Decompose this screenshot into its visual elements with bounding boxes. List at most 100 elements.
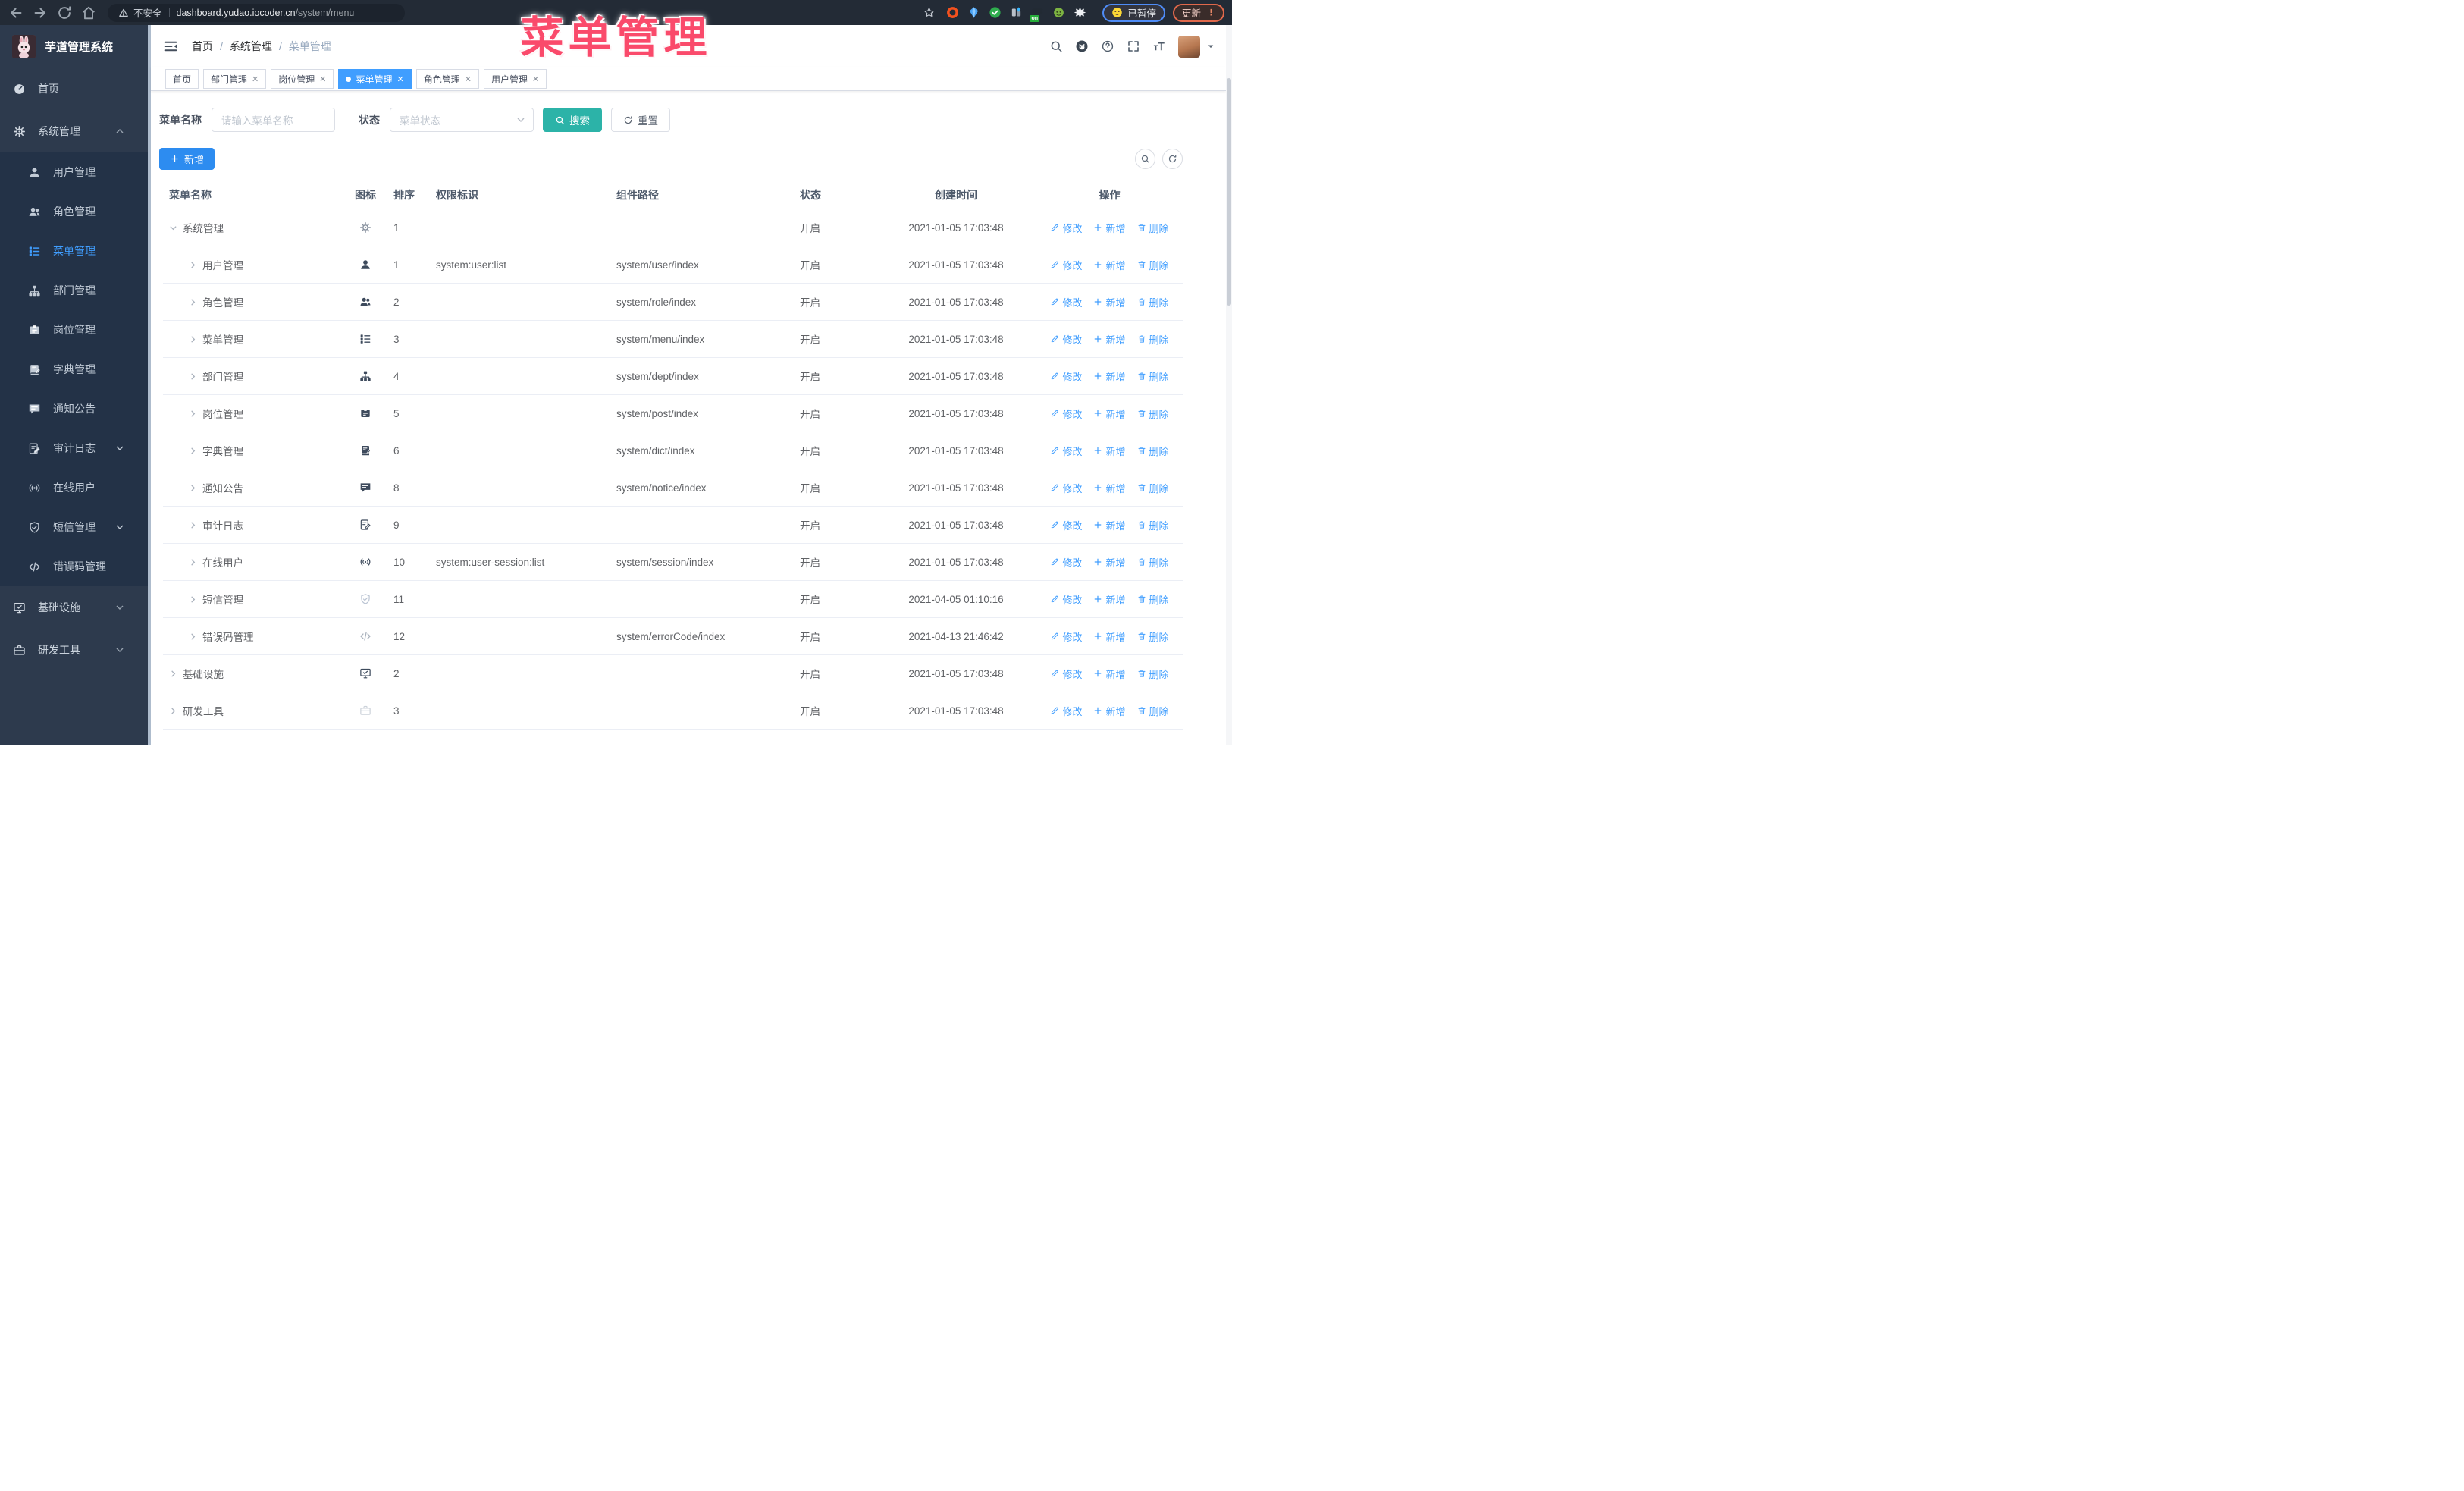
github-icon[interactable] (1075, 39, 1089, 53)
home-icon[interactable] (80, 5, 97, 21)
user-avatar[interactable] (1178, 35, 1200, 58)
table-row[interactable]: 字典管理 6 system/dict/index 开启 2021-01-05 17:03… (163, 432, 1183, 469)
refresh-table-button[interactable] (1162, 149, 1183, 169)
delete-link[interactable]: 删除 (1137, 518, 1169, 532)
back-icon[interactable] (8, 5, 24, 21)
expand-icon[interactable] (189, 595, 197, 604)
tab-岗位管理[interactable]: 岗位管理 ✕ (271, 69, 334, 89)
sidebar-item-基础设施[interactable]: 基础设施 (0, 586, 148, 629)
sidebar-item-字典管理[interactable]: 字典管理 (0, 350, 148, 389)
forward-icon[interactable] (32, 5, 49, 21)
sidebar-item-岗位管理[interactable]: 岗位管理 (0, 310, 148, 350)
extension-blue-gem-icon[interactable] (967, 6, 980, 19)
close-icon[interactable]: ✕ (252, 74, 259, 84)
font-size-icon[interactable] (1152, 39, 1166, 53)
add-link[interactable]: 新增 (1093, 555, 1126, 570)
expand-icon[interactable] (189, 558, 197, 567)
expand-icon[interactable] (189, 521, 197, 529)
edit-link[interactable]: 修改 (1050, 629, 1082, 644)
bookmark-star-icon[interactable] (923, 6, 936, 19)
breadcrumb-home[interactable]: 首页 (192, 39, 213, 54)
edit-link[interactable]: 修改 (1050, 295, 1082, 309)
question-icon[interactable] (1101, 39, 1114, 53)
expand-icon[interactable] (189, 632, 197, 641)
delete-link[interactable]: 删除 (1137, 406, 1169, 421)
add-link[interactable]: 新增 (1093, 444, 1126, 458)
sidebar-item-角色管理[interactable]: 角色管理 (0, 192, 148, 231)
breadcrumb-system[interactable]: 系统管理 (230, 39, 272, 54)
delete-link[interactable]: 删除 (1137, 481, 1169, 495)
table-row[interactable]: 在线用户 10 system:user-session:list system/ses… (163, 544, 1183, 581)
delete-link[interactable]: 删除 (1137, 555, 1169, 570)
edit-link[interactable]: 修改 (1050, 369, 1082, 384)
expand-icon[interactable] (189, 447, 197, 455)
close-icon[interactable]: ✕ (319, 74, 326, 84)
edit-link[interactable]: 修改 (1050, 704, 1082, 718)
table-row[interactable]: 审计日志 9 开启 2021-01-05 17:03:48 修改 新增 删除 (163, 507, 1183, 544)
expand-icon[interactable] (189, 372, 197, 381)
add-link[interactable]: 新增 (1093, 592, 1126, 607)
table-row[interactable]: 用户管理 1 system:user:list system/user/index 开启… (163, 246, 1183, 284)
edit-link[interactable]: 修改 (1050, 444, 1082, 458)
sidebar-item-短信管理[interactable]: 短信管理 (0, 507, 148, 547)
delete-link[interactable]: 删除 (1137, 295, 1169, 309)
add-link[interactable]: 新增 (1093, 629, 1126, 644)
edit-link[interactable]: 修改 (1050, 221, 1082, 235)
add-link[interactable]: 新增 (1093, 369, 1126, 384)
table-row[interactable]: 研发工具 3 开启 2021-01-05 17:03:48 修改 新增 删除 (163, 692, 1183, 730)
menu-name-input[interactable]: 请输入菜单名称 (212, 108, 335, 132)
extension-paused-badge[interactable]: 已暂停 (1102, 3, 1165, 22)
add-link[interactable]: 新增 (1093, 481, 1126, 495)
page-scrollbar[interactable] (1226, 25, 1232, 746)
edit-link[interactable]: 修改 (1050, 667, 1082, 681)
extension-white-puzzle-icon[interactable] (1074, 6, 1086, 19)
delete-link[interactable]: 删除 (1137, 592, 1169, 607)
add-button[interactable]: 新增 (159, 148, 215, 170)
expand-icon[interactable] (189, 410, 197, 418)
extension-orange-ring-icon[interactable] (946, 6, 959, 19)
logo-area[interactable]: 芋道管理系统 (0, 25, 151, 67)
status-select[interactable]: 菜单状态 (390, 108, 534, 132)
tab-用户管理[interactable]: 用户管理 ✕ (483, 69, 547, 89)
reload-icon[interactable] (56, 5, 73, 21)
delete-link[interactable]: 删除 (1137, 629, 1169, 644)
expand-icon[interactable] (189, 298, 197, 306)
sidebar-item-部门管理[interactable]: 部门管理 (0, 271, 148, 310)
expand-icon[interactable] (189, 484, 197, 492)
sidebar-item-首页[interactable]: 首页 (0, 67, 148, 110)
add-link[interactable]: 新增 (1093, 406, 1126, 421)
table-row[interactable]: 菜单管理 3 system/menu/index 开启 2021-01-05 17:03… (163, 321, 1183, 358)
add-link[interactable]: 新增 (1093, 667, 1126, 681)
extension-dark-list-on-icon[interactable]: on (1030, 6, 1044, 22)
add-link[interactable]: 新增 (1093, 295, 1126, 309)
caret-down-icon[interactable] (1206, 42, 1215, 51)
table-row[interactable]: 部门管理 4 system/dept/index 开启 2021-01-05 17:03… (163, 358, 1183, 395)
table-row[interactable]: 系统管理 1 开启 2021-01-05 17:03:48 修改 新增 删除 (163, 209, 1183, 246)
edit-link[interactable]: 修改 (1050, 406, 1082, 421)
reset-button[interactable]: 重置 (611, 108, 670, 132)
extension-gray-bars-icon[interactable] (1010, 6, 1023, 19)
tab-菜单管理[interactable]: 菜单管理 ✕ (338, 69, 412, 89)
kebab-menu-icon[interactable]: ⋮ (1207, 8, 1215, 17)
delete-link[interactable]: 删除 (1137, 258, 1169, 272)
sidebar-item-研发工具[interactable]: 研发工具 (0, 629, 148, 671)
close-icon[interactable]: ✕ (465, 74, 472, 84)
search-button[interactable]: 搜索 (543, 108, 602, 132)
close-icon[interactable]: ✕ (532, 74, 539, 84)
edit-link[interactable]: 修改 (1050, 555, 1082, 570)
sidebar-item-系统管理[interactable]: 系统管理 (0, 110, 148, 152)
scrollbar-thumb[interactable] (1227, 78, 1231, 306)
toggle-search-button[interactable] (1135, 149, 1155, 169)
edit-link[interactable]: 修改 (1050, 481, 1082, 495)
expand-icon[interactable] (189, 335, 197, 344)
search-icon[interactable] (1049, 39, 1063, 53)
sidebar-item-通知公告[interactable]: 通知公告 (0, 389, 148, 428)
edit-link[interactable]: 修改 (1050, 592, 1082, 607)
tab-角色管理[interactable]: 角色管理 ✕ (415, 69, 479, 89)
delete-link[interactable]: 删除 (1137, 667, 1169, 681)
add-link[interactable]: 新增 (1093, 704, 1126, 718)
table-row[interactable]: 角色管理 2 system/role/index 开启 2021-01-05 17:03… (163, 284, 1183, 321)
delete-link[interactable]: 删除 (1137, 221, 1169, 235)
sidebar-item-审计日志[interactable]: 审计日志 (0, 428, 148, 468)
browser-update-button[interactable]: 更新 ⋮ (1172, 3, 1224, 22)
